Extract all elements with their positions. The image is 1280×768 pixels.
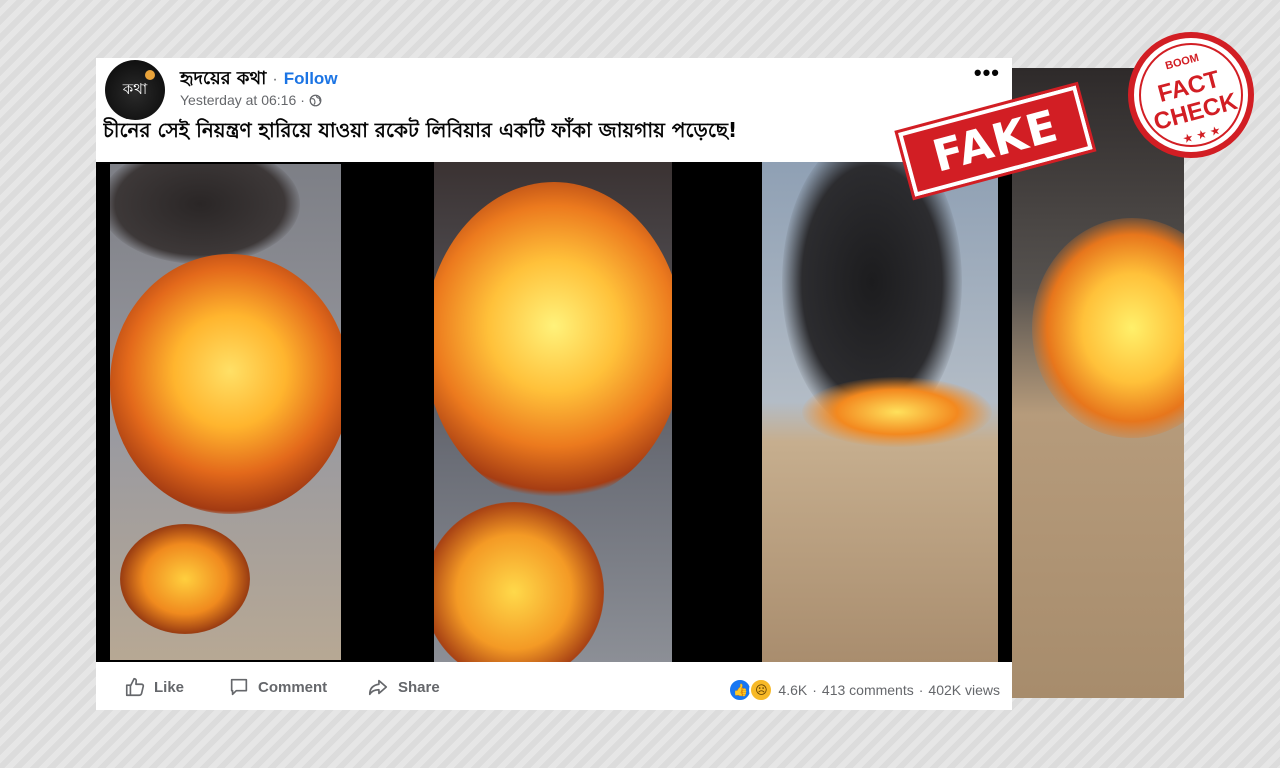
comments-count[interactable]: 413 comments — [822, 682, 914, 698]
author-name[interactable]: হৃদয়ের কথা — [180, 64, 266, 95]
like-button[interactable]: Like — [124, 676, 184, 698]
share-button[interactable]: Share — [366, 676, 440, 698]
video-frame-2 — [434, 162, 672, 662]
stats-separator: · — [812, 682, 817, 698]
timestamp[interactable]: Yesterday at 06:16 — [180, 92, 296, 108]
video-frame-1 — [110, 164, 341, 660]
post-header: কথা হৃদয়ের কথা · Follow Yesterday at 06… — [96, 58, 1012, 162]
smoke-cloud — [110, 164, 300, 264]
separator-dot: · — [272, 71, 278, 88]
share-icon — [368, 679, 388, 696]
boom-fact-check-stamp: BOOM FACT CHECK ★ ★ ★ — [1128, 32, 1254, 158]
reaction-count[interactable]: 4.6K — [778, 682, 807, 698]
globe-icon — [309, 94, 322, 106]
post-caption: চীনের সেই নিয়ন্ত্রণ হারিয়ে যাওয়া রকেট… — [103, 118, 738, 142]
post-media[interactable] — [96, 162, 1012, 662]
post-meta: Yesterday at 06:16 · — [180, 92, 322, 108]
post-actions: Like Comment Share 👍 ☹ 4.6K · 413 commen… — [96, 662, 1012, 710]
fireball — [434, 182, 672, 502]
avatar-text: কথা — [122, 79, 148, 98]
post-stats: 👍 ☹ 4.6K · 413 comments · 402K views — [728, 678, 1000, 702]
fireball — [120, 524, 250, 634]
like-label: Like — [154, 678, 185, 696]
author-row: হৃদয়ের কথা · Follow — [180, 64, 338, 95]
views-count: 402K views — [928, 682, 1000, 698]
comment-label: Comment — [258, 678, 328, 696]
share-label: Share — [398, 678, 440, 696]
stats-separator: · — [918, 682, 924, 698]
sad-reaction-icon: ☹ — [749, 678, 774, 702]
comment-icon — [230, 678, 248, 696]
video-frame-3 — [762, 162, 998, 662]
fireball — [434, 502, 604, 662]
fireball — [1032, 218, 1184, 438]
follow-button[interactable]: Follow — [284, 69, 338, 89]
avatar[interactable]: কথা — [105, 60, 165, 120]
fireball — [110, 254, 341, 514]
fire-line — [802, 377, 992, 447]
flower-icon — [145, 70, 155, 80]
meta-separator: · — [300, 92, 305, 108]
more-icon[interactable]: ••• — [974, 60, 1000, 86]
like-icon — [125, 677, 145, 697]
facebook-post: কথা হৃদয়ের কথা · Follow Yesterday at 06… — [96, 58, 1012, 710]
comment-button[interactable]: Comment — [228, 676, 327, 698]
